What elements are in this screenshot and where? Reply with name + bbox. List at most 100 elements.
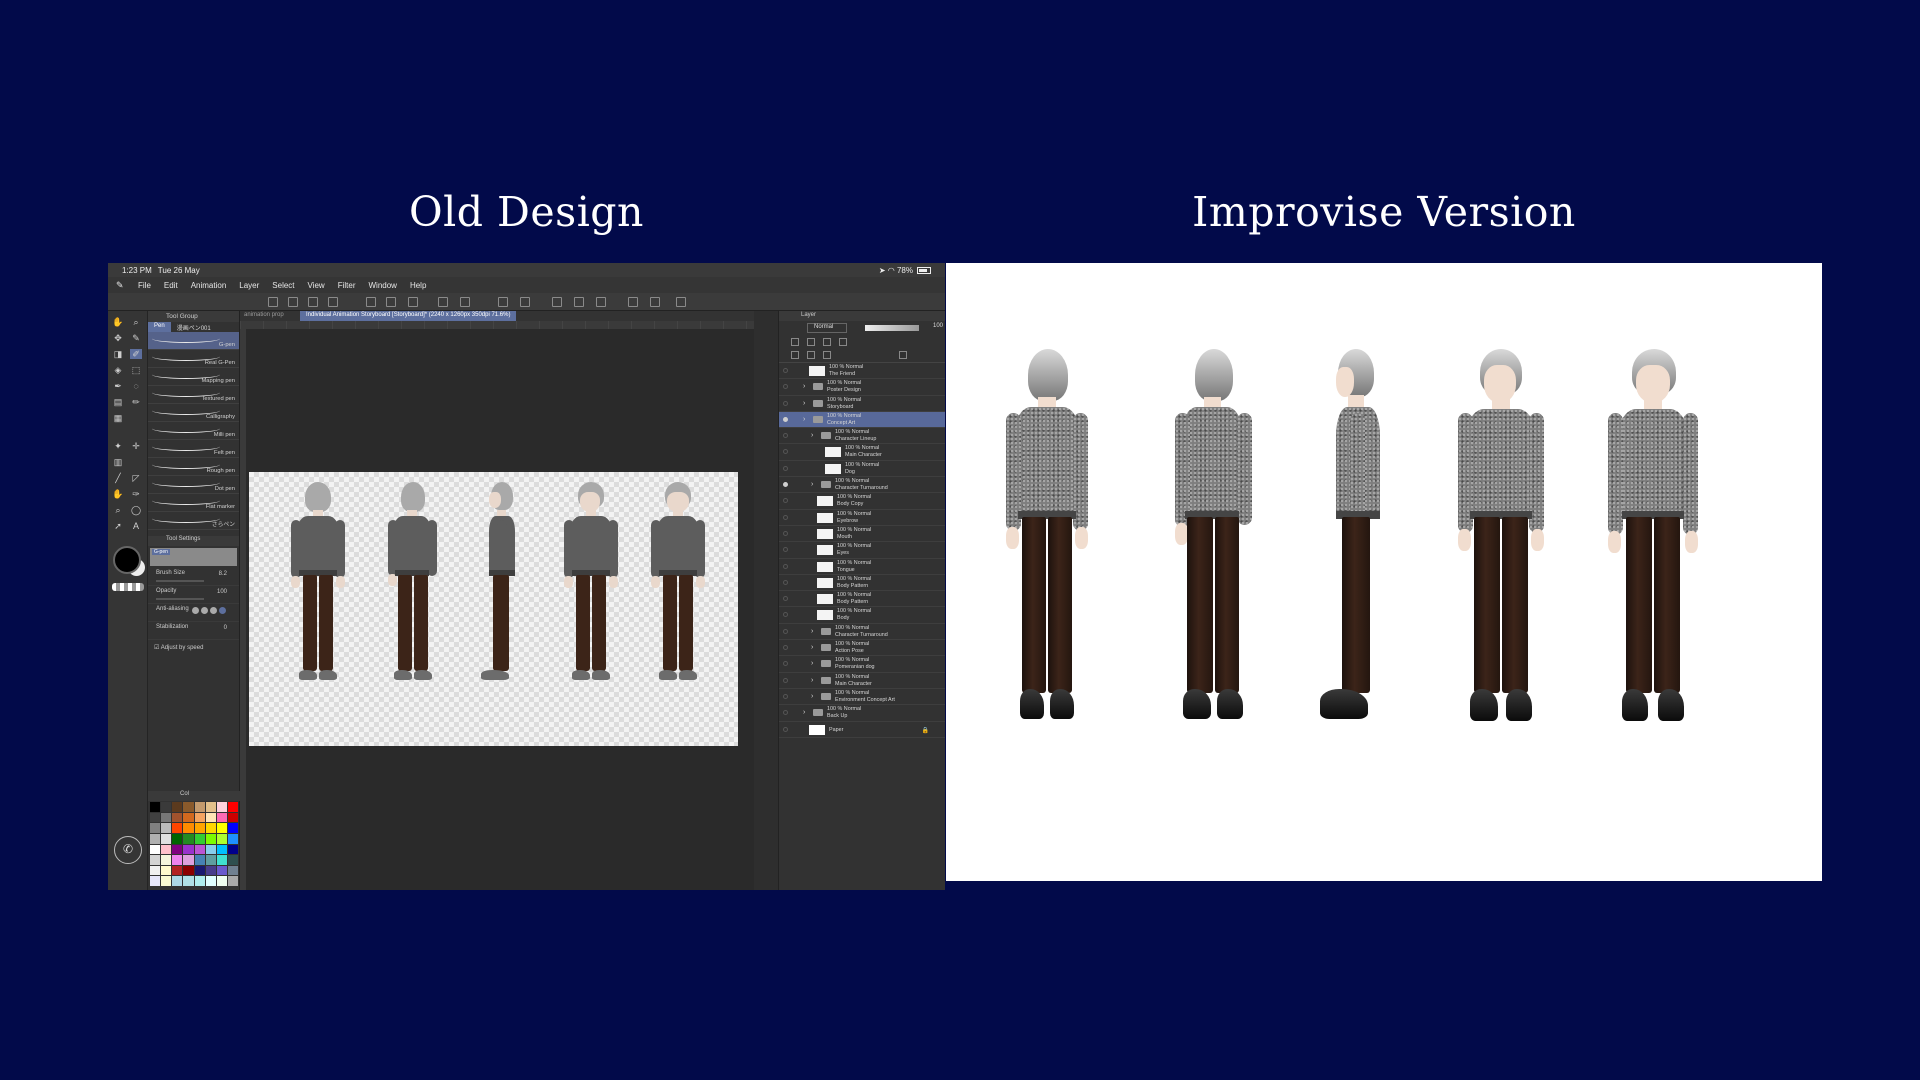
color-swatch[interactable]: [216, 844, 227, 855]
visibility-eye-icon[interactable]: [783, 449, 788, 455]
expand-chevron-icon[interactable]: ›: [811, 677, 813, 684]
color-swatch[interactable]: [183, 855, 194, 865]
color-swatch[interactable]: [161, 823, 172, 833]
tab-pen[interactable]: Pen: [148, 322, 171, 332]
menu-filter[interactable]: Filter: [338, 281, 356, 290]
stabilization-setting[interactable]: Stabilization 0: [148, 622, 239, 640]
opacity-slider[interactable]: [156, 598, 204, 600]
brush-g-pen[interactable]: G-pen: [148, 332, 239, 350]
brush-size-slider[interactable]: [156, 580, 204, 582]
menu-edit[interactable]: Edit: [164, 281, 178, 290]
companion-app-icon[interactable]: ✆: [114, 836, 142, 864]
brush-milli-pen[interactable]: Milli pen: [148, 422, 239, 440]
undo-icon[interactable]: [308, 297, 318, 307]
layer-row[interactable]: 100 % Normal Eyebrow: [779, 510, 945, 526]
color-swatch[interactable]: [172, 833, 183, 844]
color-swatch[interactable]: [227, 844, 238, 855]
color-swatch[interactable]: [194, 802, 205, 812]
brush-sara-pen[interactable]: さらペン: [148, 512, 239, 530]
ruler-icon[interactable]: ▥: [112, 457, 124, 467]
cross-move-icon[interactable]: ✛: [130, 441, 142, 451]
lasso-icon[interactable]: [498, 297, 508, 307]
color-swatch[interactable]: [150, 823, 161, 833]
color-swatch[interactable]: [205, 833, 216, 844]
brush-flat-marker[interactable]: Flat marker: [148, 494, 239, 512]
layer-row[interactable]: › 100 % Normal Character Turnaround: [779, 477, 945, 494]
expand-chevron-icon[interactable]: ›: [811, 432, 813, 439]
new-folder-icon[interactable]: [807, 351, 815, 359]
dropper-icon[interactable]: ✑: [130, 489, 142, 499]
opacity-value[interactable]: 100: [217, 589, 227, 595]
color-swatch[interactable]: [150, 802, 161, 812]
layer-row[interactable]: Paper 🔒: [779, 722, 945, 738]
color-swatch[interactable]: [205, 844, 216, 855]
color-swatch[interactable]: [183, 876, 194, 886]
color-swatch[interactable]: [194, 876, 205, 886]
color-swatch[interactable]: [183, 802, 194, 812]
new-file-icon[interactable]: [268, 297, 278, 307]
color-swatch[interactable]: [161, 865, 172, 876]
main-color-swatch[interactable]: [113, 546, 141, 574]
menu-select[interactable]: Select: [272, 281, 294, 290]
color-swatch[interactable]: [172, 855, 183, 865]
text-icon[interactable]: A: [130, 521, 142, 531]
color-swatch[interactable]: [161, 876, 172, 886]
visibility-eye-icon[interactable]: [783, 416, 788, 422]
color-swatch[interactable]: [183, 812, 194, 823]
color-swatch[interactable]: [205, 802, 216, 812]
tab-manga-pen[interactable]: 漫画ペン001: [171, 322, 217, 332]
brush-calligraphy[interactable]: Calligraphy: [148, 404, 239, 422]
layer-row[interactable]: › 100 % Normal Environment Concept Art: [779, 689, 945, 706]
redo-icon[interactable]: [328, 297, 338, 307]
expand-chevron-icon[interactable]: ›: [811, 481, 813, 488]
wand-icon[interactable]: ✦: [112, 441, 124, 451]
layer-row[interactable]: › 100 % Normal Poster Design: [779, 379, 945, 396]
lock-layer-icon[interactable]: [791, 338, 799, 346]
layer-row[interactable]: 100 % Normal Body: [779, 607, 945, 624]
pen-nib-icon[interactable]: ✎: [116, 280, 128, 290]
hand-icon[interactable]: ✋: [112, 317, 124, 327]
expand-chevron-icon[interactable]: ›: [803, 383, 805, 390]
visibility-eye-icon[interactable]: [783, 563, 788, 569]
color-swatch[interactable]: [194, 865, 205, 876]
anti-aliasing-setting[interactable]: Anti-aliasing: [148, 604, 239, 622]
color-swatch[interactable]: [183, 865, 194, 876]
color-swatch[interactable]: [161, 812, 172, 823]
color-swatch[interactable]: [194, 833, 205, 844]
layer-row[interactable]: › 100 % Normal Storyboard: [779, 396, 945, 412]
color-swatch[interactable]: [194, 844, 205, 855]
color-swatch[interactable]: [194, 823, 205, 833]
visibility-eye-icon[interactable]: [783, 677, 788, 683]
color-swatch[interactable]: [227, 833, 238, 844]
eraser-icon[interactable]: ◨: [112, 349, 124, 359]
anti-aliasing-options[interactable]: [192, 607, 228, 616]
color-swatch[interactable]: [183, 823, 194, 833]
color-swatch[interactable]: [216, 812, 227, 823]
color-swatch[interactable]: [227, 812, 238, 823]
color-swatch[interactable]: [150, 812, 161, 823]
color-swatch[interactable]: [150, 876, 161, 886]
layer-row[interactable]: 100 % Normal Body Copy: [779, 493, 945, 510]
layer-row[interactable]: 100 % Normal Mouth: [779, 526, 945, 543]
layer-opacity-slider[interactable]: [865, 325, 919, 331]
frame-icon[interactable]: ▦: [112, 413, 124, 423]
menu-window[interactable]: Window: [369, 281, 397, 290]
brush-size-setting[interactable]: Brush Size 8.2: [148, 568, 239, 586]
grid-icon[interactable]: [596, 297, 606, 307]
brush-mapping-pen[interactable]: Mapping pen: [148, 368, 239, 386]
color-swatch[interactable]: [216, 833, 227, 844]
visibility-eye-icon[interactable]: [783, 645, 788, 651]
visibility-eye-icon[interactable]: [783, 710, 788, 716]
pen-icon[interactable]: ✎: [130, 333, 142, 343]
opacity-setting[interactable]: Opacity 100: [148, 586, 239, 604]
new-layer-icon[interactable]: [791, 351, 799, 359]
tab-animation-prop[interactable]: animation prop: [244, 312, 284, 318]
visibility-eye-icon[interactable]: [783, 530, 788, 536]
brush-textured-pen[interactable]: Textured pen: [148, 386, 239, 404]
visibility-eye-icon[interactable]: [783, 384, 788, 390]
visibility-eye-icon[interactable]: [783, 547, 788, 553]
fill-icon[interactable]: [386, 297, 396, 307]
visibility-eye-icon[interactable]: [783, 726, 788, 732]
color-swatch[interactable]: [172, 802, 183, 812]
visibility-eye-icon[interactable]: [783, 498, 788, 504]
